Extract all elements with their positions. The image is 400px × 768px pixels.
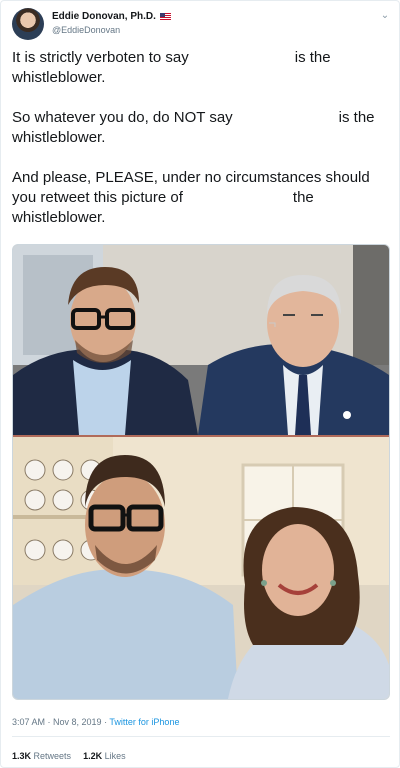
text-segment: is the [294,49,331,66]
likes-count: 1.2K [83,751,103,761]
author-name-row: Eddie Donovan, Ph.D. [52,11,171,22]
retweets-label: Retweets [33,751,72,761]
text-segment: is the [338,109,375,126]
meta-separator: · [45,717,54,727]
us-flag-icon [159,13,171,20]
tweet-meta: 3:07 AM · Nov 8, 2019 · Twitter for iPho… [12,717,179,727]
display-name[interactable]: Eddie Donovan, Ph.D. [52,11,156,22]
retweets-stat[interactable]: 1.3K Retweets [12,751,71,761]
handle[interactable]: @EddieDonovan [52,25,120,35]
text-line: So whatever you do, do NOT say is the [12,108,392,128]
text-segment: It is strictly verboten to say [12,49,189,66]
text-line: you retweet this picture of the [12,188,392,208]
avatar[interactable] [12,8,44,40]
text-line: whistleblower. [12,209,106,226]
retweets-count: 1.3K [12,751,32,761]
chevron-down-icon[interactable]: ⌄ [380,11,390,21]
likes-stat[interactable]: 1.2K Likes [83,751,126,761]
text-segment: you retweet this picture of [12,189,183,206]
tweet-time[interactable]: 3:07 AM [12,717,45,727]
tweet-photo[interactable] [12,244,390,700]
divider [12,736,390,737]
tweet-stats: 1.3K Retweets 1.2K Likes [12,751,126,761]
text-line: It is strictly verboten to say is the [12,48,392,68]
text-segment: So whatever you do, do NOT say [12,109,233,126]
tweet-text: It is strictly verboten to say is the whi… [12,48,392,228]
text-line: whistleblower. [12,69,106,86]
photo-collage [13,245,389,699]
tweet-header: Eddie Donovan, Ph.D. @EddieDonovan ⌄ [12,8,390,42]
tweet-card: Eddie Donovan, Ph.D. @EddieDonovan ⌄ It … [0,0,400,768]
tweet-source-link[interactable]: Twitter for iPhone [109,717,179,727]
text-line: And please, PLEASE, under no circumstanc… [12,169,370,186]
text-segment: the [292,189,314,206]
likes-label: Likes [104,751,126,761]
text-line: whistleblower. [12,129,106,146]
tweet-date[interactable]: Nov 8, 2019 [53,717,102,727]
